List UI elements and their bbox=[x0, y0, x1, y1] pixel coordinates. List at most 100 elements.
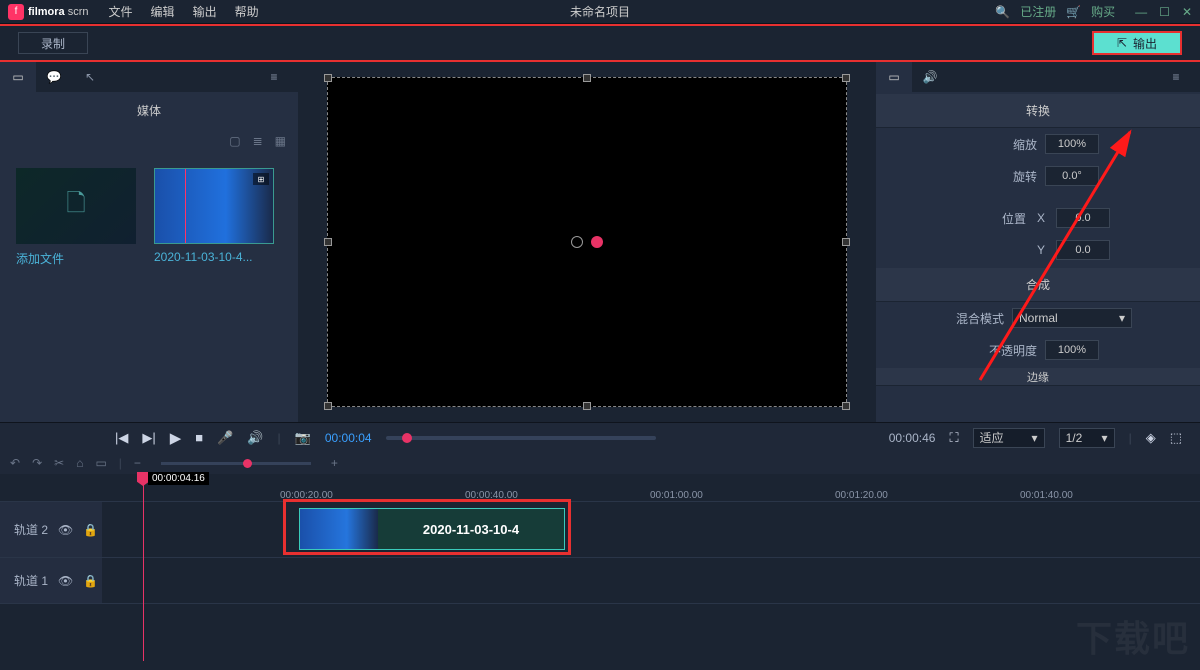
import-icon[interactable]: ▢ bbox=[229, 134, 240, 148]
play-button[interactable]: ▶ bbox=[170, 429, 182, 447]
export-button[interactable]: ⇱ 输出 bbox=[1092, 31, 1182, 55]
edit-toolbar: ↶ ↷ ✂ ⌂ ▭ | − + bbox=[0, 452, 1200, 474]
tab-video-props[interactable]: ▭ bbox=[876, 62, 912, 92]
menu-edit[interactable]: 编辑 bbox=[151, 3, 175, 20]
media-tabs: ▭ 💬 ↖ ≡ bbox=[0, 62, 298, 92]
menu-help[interactable]: 帮助 bbox=[235, 3, 259, 20]
registered-label[interactable]: 已注册 bbox=[1020, 3, 1056, 20]
position-y-input[interactable] bbox=[1056, 240, 1110, 260]
cart-icon[interactable]: 🛒 bbox=[1066, 5, 1081, 19]
top-toolbar: 录制 ⇱ 输出 bbox=[0, 24, 1200, 62]
tab-cursor[interactable]: ↖ bbox=[72, 62, 108, 92]
zoom-in-button[interactable]: + bbox=[331, 456, 338, 470]
track-2-head: 轨道 2 👁 🔒 bbox=[0, 502, 103, 557]
tab-more[interactable]: ≡ bbox=[256, 62, 292, 92]
position-x-input[interactable] bbox=[1056, 208, 1110, 228]
main-area: ▭ 💬 ↖ ≡ 媒体 ▢ ≣ ▦ 🗋 添加文件 ⊞ 2020-11-03-10-… bbox=[0, 62, 1200, 422]
list-view-icon[interactable]: ≣ bbox=[253, 134, 263, 148]
visibility-icon[interactable]: 👁 bbox=[58, 523, 73, 537]
snapshot-button[interactable]: 📷 bbox=[295, 430, 311, 446]
resize-handle[interactable] bbox=[583, 74, 591, 82]
media-clip-item[interactable]: ⊞ 2020-11-03-10-4... bbox=[154, 168, 274, 267]
zoom-out-button[interactable]: − bbox=[134, 456, 141, 470]
mic-icon[interactable]: 🎤 bbox=[217, 430, 233, 446]
track-1: 轨道 1 👁 🔒 bbox=[0, 558, 1200, 604]
maximize-button[interactable]: ☐ bbox=[1159, 5, 1170, 19]
progress-handle[interactable] bbox=[402, 433, 412, 443]
opacity-label: 不透明度 bbox=[977, 342, 1037, 359]
resize-handle[interactable] bbox=[583, 402, 591, 410]
resize-handle[interactable] bbox=[842, 238, 850, 246]
timeline-ruler[interactable]: 00:00:04.16 00:00:20.00 00:00:40.00 00:0… bbox=[0, 474, 1200, 502]
ruler-tick: 00:00:20.00 bbox=[280, 490, 333, 501]
record-button[interactable]: 录制 bbox=[18, 32, 88, 54]
search-icon[interactable]: 🔍 bbox=[995, 5, 1010, 19]
media-panel-title: 媒体 bbox=[0, 92, 298, 128]
lock-icon[interactable]: 🔒 bbox=[83, 574, 98, 588]
track-1-head: 轨道 1 👁 🔒 bbox=[0, 558, 103, 603]
preview-area bbox=[298, 62, 876, 422]
resize-handle[interactable] bbox=[842, 402, 850, 410]
menu-file[interactable]: 文件 bbox=[109, 3, 133, 20]
resize-handle[interactable] bbox=[324, 238, 332, 246]
opacity-row: 不透明度 bbox=[876, 334, 1200, 366]
menu-output[interactable]: 输出 bbox=[193, 3, 217, 20]
clip-thumbnail bbox=[300, 509, 378, 549]
scale-label: 缩放 bbox=[977, 136, 1037, 153]
position-label: 位置 bbox=[966, 210, 1026, 227]
tab-annotation[interactable]: 💬 bbox=[36, 62, 72, 92]
close-button[interactable]: ✕ bbox=[1182, 5, 1192, 19]
add-file-label: 添加文件 bbox=[16, 250, 136, 267]
speed-select[interactable]: 1/2▾ bbox=[1059, 428, 1115, 448]
media-add-file[interactable]: 🗋 添加文件 bbox=[16, 168, 136, 267]
lock-icon[interactable]: 🔒 bbox=[83, 523, 98, 537]
preview-canvas[interactable] bbox=[327, 77, 847, 407]
track-1-body[interactable] bbox=[103, 558, 1200, 603]
track-2-label: 轨道 2 bbox=[14, 521, 48, 538]
split-button[interactable]: ▭ bbox=[95, 456, 106, 470]
stop-button[interactable]: ■ bbox=[195, 430, 203, 445]
next-button[interactable]: ▶| bbox=[142, 430, 155, 446]
minimize-button[interactable]: — bbox=[1135, 5, 1147, 19]
tab-props-more[interactable]: ≡ bbox=[1158, 62, 1194, 92]
anchor-dot[interactable] bbox=[591, 236, 603, 248]
resize-handle[interactable] bbox=[324, 74, 332, 82]
progress-bar[interactable] bbox=[386, 436, 656, 440]
window-controls: — ☐ ✕ bbox=[1135, 5, 1192, 19]
timeline-clip[interactable]: 2020-11-03-10-4 bbox=[299, 508, 565, 550]
tab-media[interactable]: ▭ bbox=[0, 62, 36, 92]
cut-button[interactable]: ✂ bbox=[54, 456, 64, 470]
titlebar: f filmora scrn 文件 编辑 输出 帮助 未命名项目 🔍 已注册 🛒… bbox=[0, 0, 1200, 24]
visibility-icon[interactable]: 👁 bbox=[58, 574, 73, 588]
media-panel: ▭ 💬 ↖ ≡ 媒体 ▢ ≣ ▦ 🗋 添加文件 ⊞ 2020-11-03-10-… bbox=[0, 62, 298, 422]
fit-select[interactable]: 适应▾ bbox=[973, 428, 1045, 448]
properties-tabs: ▭ 🔊 ≡ bbox=[876, 62, 1200, 92]
crop-icon[interactable]: ⬚ bbox=[1170, 430, 1182, 446]
marker-button[interactable]: ⌂ bbox=[76, 456, 83, 470]
zoom-handle[interactable] bbox=[243, 459, 252, 468]
zoom-slider[interactable] bbox=[161, 462, 311, 465]
resize-handle[interactable] bbox=[842, 74, 850, 82]
volume-icon[interactable]: 🔊 bbox=[247, 430, 263, 446]
position-y-row: Y bbox=[876, 234, 1200, 266]
blend-select[interactable]: Normal▾ bbox=[1012, 308, 1132, 328]
buy-label[interactable]: 购买 bbox=[1091, 3, 1115, 20]
watermark: 下载吧 bbox=[1076, 610, 1190, 662]
undo-button[interactable]: ↶ bbox=[10, 456, 20, 470]
scale-input[interactable] bbox=[1045, 134, 1099, 154]
marker-icon[interactable]: ◈ bbox=[1146, 430, 1156, 446]
grid-view-icon[interactable]: ▦ bbox=[275, 134, 286, 148]
prev-button[interactable]: |◀ bbox=[115, 430, 128, 446]
anchor-ring[interactable] bbox=[571, 236, 583, 248]
title-right: 🔍 已注册 🛒 购买 — ☐ ✕ bbox=[995, 3, 1192, 20]
resize-handle[interactable] bbox=[324, 402, 332, 410]
redo-button[interactable]: ↷ bbox=[32, 456, 42, 470]
opacity-input[interactable] bbox=[1045, 340, 1099, 360]
logo-text: filmora scrn bbox=[28, 6, 89, 18]
rotate-input[interactable] bbox=[1045, 166, 1099, 186]
blend-row: 混合模式 Normal▾ bbox=[876, 302, 1200, 334]
logo-icon: f bbox=[8, 4, 24, 20]
fullscreen-icon[interactable]: ⛶ bbox=[949, 430, 958, 446]
track-2-body[interactable]: 2020-11-03-10-4 bbox=[103, 502, 1200, 557]
tab-audio-props[interactable]: 🔊 bbox=[912, 62, 948, 92]
